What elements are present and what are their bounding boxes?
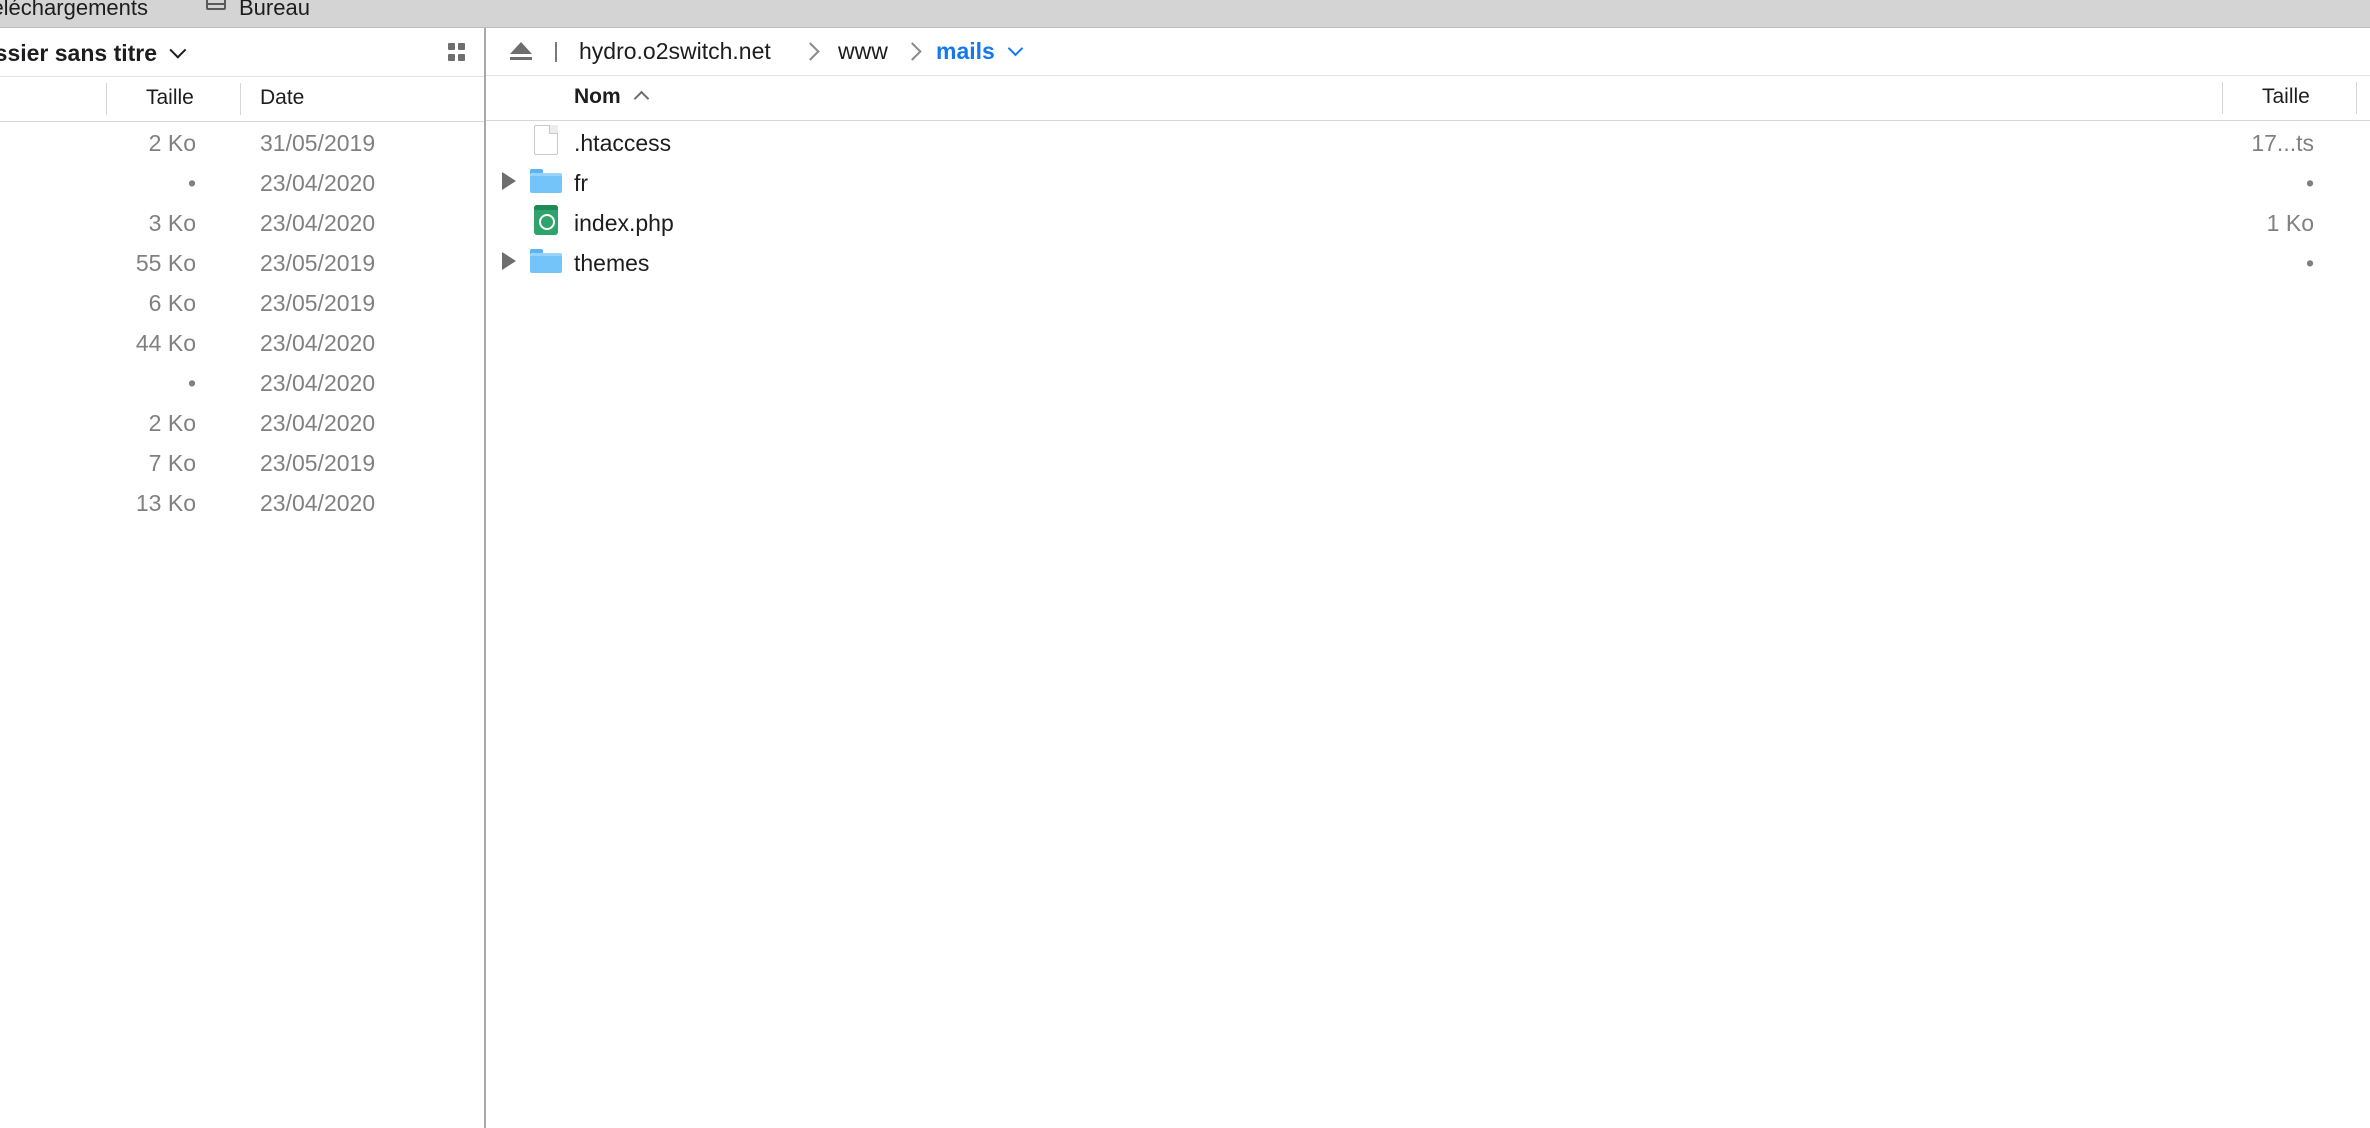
breadcrumb-folder[interactable]: www <box>838 38 888 65</box>
bookmarks-bar: Téléchargements Bureau <box>0 0 2370 28</box>
file-size: 55 Ko <box>135 250 196 276</box>
breadcrumb-current[interactable]: mails <box>936 38 995 65</box>
file-name: .htaccess <box>574 130 672 156</box>
local-path-dropdown[interactable]: Dossier sans titre <box>0 36 187 70</box>
remote-path-bar: hydro.o2switch.net www mails <box>486 28 2370 76</box>
grid-view-icon[interactable] <box>448 43 466 61</box>
table-row[interactable]: • 23/04/2020 <box>0 161 484 201</box>
folder-icon <box>530 169 562 193</box>
file-row-htaccess[interactable]: .htaccess 17...ts <box>486 121 2370 161</box>
file-date: 23/04/2020 <box>260 370 376 396</box>
table-row[interactable]: 3 Ko 23/04/2020 <box>0 201 484 241</box>
bookmark-bureau[interactable]: Bureau <box>239 0 310 22</box>
eject-icon[interactable] <box>508 42 534 64</box>
remote-file-list: .htaccess 17...ts fr • index.php 1 Ko th… <box>486 121 2370 281</box>
file-size: • <box>187 370 196 396</box>
file-name: fr <box>574 170 589 196</box>
table-row[interactable]: 44 Ko 23/04/2020 <box>0 321 484 361</box>
disclosure-triangle-icon[interactable] <box>502 252 516 270</box>
divider <box>555 42 557 62</box>
column-header-name[interactable]: Nom <box>574 85 621 109</box>
ftp-client-window: Téléchargements Bureau Dossier sans titr… <box>0 0 2370 1128</box>
table-row[interactable]: 6 Ko 23/05/2019 <box>0 281 484 321</box>
local-pane: Dossier sans titre Taille Date 2 Ko 31/0… <box>0 28 486 1128</box>
file-size: • <box>2305 250 2314 276</box>
column-divider[interactable] <box>2222 82 2223 114</box>
file-date: 23/04/2020 <box>260 410 376 436</box>
file-size: 2 Ko <box>148 410 196 436</box>
local-column-header: Taille Date <box>0 76 484 122</box>
file-size: 1 Ko <box>2266 210 2314 236</box>
file-date: 23/05/2019 <box>260 290 376 316</box>
table-row[interactable]: • 23/04/2020 <box>0 361 484 401</box>
remote-column-header: Nom Taille <box>486 76 2370 121</box>
column-divider[interactable] <box>106 83 107 115</box>
file-size: 2 Ko <box>148 130 196 156</box>
folder-icon <box>530 249 562 273</box>
file-size: 7 Ko <box>148 450 196 476</box>
file-row-index-php[interactable]: index.php 1 Ko <box>486 201 2370 241</box>
chevron-right-icon <box>801 42 820 61</box>
file-name: index.php <box>574 210 674 236</box>
file-size: 13 Ko <box>135 490 196 516</box>
column-divider[interactable] <box>240 83 241 115</box>
file-size: 17...ts <box>2251 130 2314 156</box>
file-size: • <box>187 170 196 196</box>
file-date: 23/05/2019 <box>260 450 376 476</box>
file-row-themes[interactable]: themes • <box>486 241 2370 281</box>
chevron-down-icon[interactable] <box>1007 40 1024 57</box>
file-date: 31/05/2019 <box>260 130 376 156</box>
table-row[interactable]: 2 Ko 23/04/2020 <box>0 401 484 441</box>
table-row[interactable]: 7 Ko 23/05/2019 <box>0 441 484 481</box>
local-file-list: 2 Ko 31/05/2019 • 23/04/2020 3 Ko 23/04/… <box>0 121 484 521</box>
file-name: themes <box>574 250 650 276</box>
column-header-size[interactable]: Taille <box>2262 85 2310 109</box>
table-row[interactable]: 13 Ko 23/04/2020 <box>0 481 484 521</box>
remote-pane: hydro.o2switch.net www mails Nom Taille … <box>486 28 2370 1128</box>
file-size: 6 Ko <box>148 290 196 316</box>
table-row[interactable]: 2 Ko 31/05/2019 <box>0 121 484 161</box>
file-row-fr[interactable]: fr • <box>486 161 2370 201</box>
file-size: 3 Ko <box>148 210 196 236</box>
disclosure-triangle-icon[interactable] <box>502 172 516 190</box>
file-date: 23/04/2020 <box>260 170 376 196</box>
chevron-right-icon <box>903 42 922 61</box>
file-size: 44 Ko <box>135 330 196 356</box>
file-date: 23/04/2020 <box>260 330 376 356</box>
column-header-date[interactable]: Date <box>260 86 304 110</box>
file-date: 23/04/2020 <box>260 210 376 236</box>
folder-icon <box>206 0 226 10</box>
php-file-icon <box>534 205 558 235</box>
bookmark-telechargements[interactable]: Téléchargements <box>0 0 148 22</box>
document-icon <box>534 125 558 155</box>
file-date: 23/04/2020 <box>260 490 376 516</box>
file-date: 23/05/2019 <box>260 250 376 276</box>
column-divider[interactable] <box>2356 82 2357 114</box>
file-size: • <box>2305 170 2314 196</box>
table-row[interactable]: 55 Ko 23/05/2019 <box>0 241 484 281</box>
column-header-size[interactable]: Taille <box>146 86 194 110</box>
breadcrumb-host[interactable]: hydro.o2switch.net <box>579 38 771 65</box>
chevron-down-icon <box>169 41 187 59</box>
local-path-label: Dossier sans titre <box>0 39 158 66</box>
sort-ascending-icon <box>633 90 650 107</box>
